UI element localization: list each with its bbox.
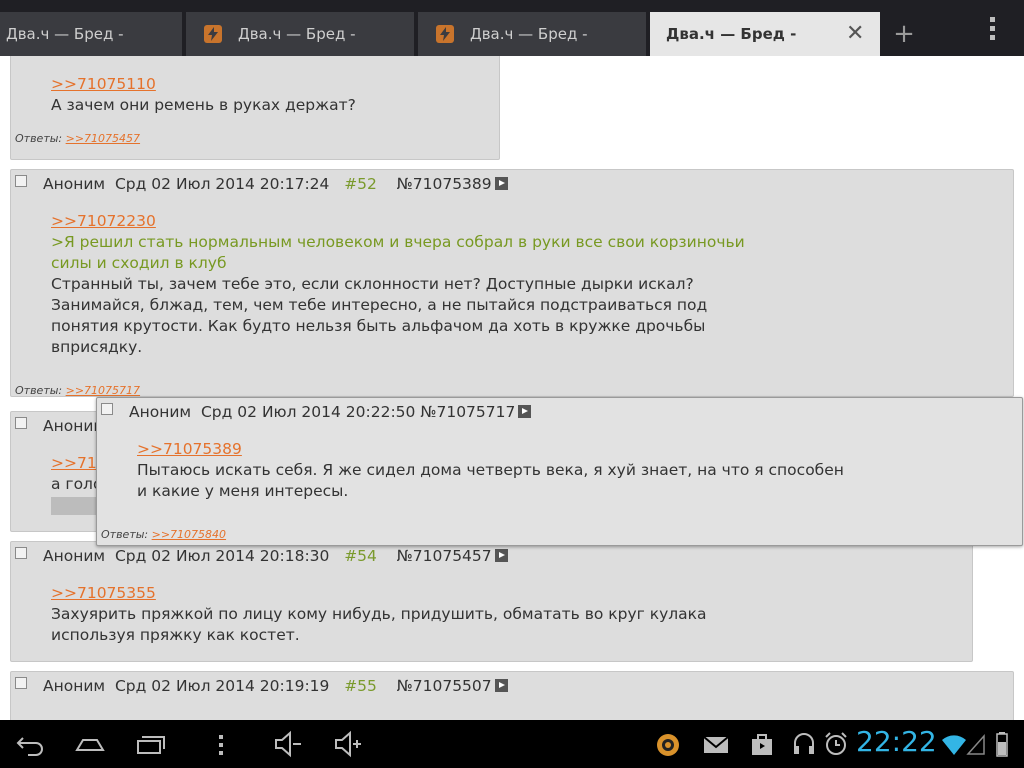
play-icon[interactable] (494, 549, 508, 562)
browser-tab-bar: Два.ч — Бред - Два.ч — Бред - Два.ч — Бр… (0, 0, 1024, 56)
reply-link[interactable]: >>71075717 (66, 384, 140, 397)
post-54: Аноним Срд 02 Июл 2014 20:18:30 #54 №710… (10, 541, 973, 662)
browser-tab-1[interactable]: Два.ч — Бред - (0, 12, 182, 56)
post-date: Срд 02 Июл 2014 20:19:19 (114, 677, 330, 695)
post-text-line: Захуярить пряжкой по лицу кому нибудь, п… (51, 605, 707, 623)
post-header: Аноним Срд 02 Июл 2014 20:17:24 #52 №710… (43, 175, 508, 193)
post-text-line: Занимайся, блжад, тем, чем тебе интересн… (51, 296, 708, 314)
replies-label: Ответы: (15, 384, 63, 397)
post-number[interactable]: #52 (344, 175, 377, 193)
mail-icon[interactable] (700, 728, 732, 760)
close-tab-icon[interactable]: ✕ (846, 12, 864, 56)
quote-link[interactable]: >>71075110 (51, 74, 356, 95)
battery-icon (986, 728, 1018, 760)
tab-title: Два.ч — Бред - (238, 25, 356, 43)
tab-title: Два.ч — Бред - (666, 25, 797, 43)
replies-label: Ответы: (15, 132, 63, 145)
quote-link[interactable]: >>71072230 (51, 211, 745, 232)
replies: Ответы: >>71075717 (15, 384, 140, 397)
reply-link[interactable]: >>71075840 (152, 528, 226, 541)
post-52: Аноним Срд 02 Июл 2014 20:17:24 #52 №710… (10, 169, 1014, 397)
alarm-icon[interactable] (820, 728, 852, 760)
post-header: Аноним Срд 02 Июл 2014 20:19:19 #55 №710… (43, 677, 508, 695)
post-author: Аноним (129, 403, 192, 421)
volume-up-icon[interactable] (332, 728, 364, 760)
play-icon[interactable] (494, 177, 508, 190)
select-checkbox[interactable] (15, 677, 27, 689)
post-date: Срд 02 Июл 2014 20:18:30 (114, 547, 330, 565)
overflow-menu-icon[interactable] (986, 14, 998, 44)
volume-down-icon[interactable] (272, 728, 304, 760)
post-text-line: Пытаюсь искать себя. Я же сидел дома чет… (137, 461, 844, 479)
post-id[interactable]: №71075389 (397, 175, 492, 193)
quote-link[interactable]: >>71075389 (137, 439, 844, 460)
browser-tab-3[interactable]: Два.ч — Бред - (418, 12, 646, 56)
greentext-line: >Я решил стать нормальным человеком и вч… (51, 233, 745, 251)
post-author: Аноним (43, 175, 106, 193)
replies: Ответы: >>71075840 (101, 528, 226, 541)
post-number[interactable]: #54 (344, 547, 377, 565)
select-checkbox[interactable] (15, 417, 27, 429)
play-icon[interactable] (494, 679, 508, 692)
post-id[interactable]: №71075457 (397, 547, 492, 565)
select-checkbox[interactable] (15, 547, 27, 559)
post-author: Аноним (43, 547, 106, 565)
post-date: Срд 02 Июл 2014 20:22:50 (200, 403, 416, 421)
headset-icon[interactable] (788, 728, 820, 760)
status-clock: 22:22 (856, 725, 937, 758)
post-header: Аноним Срд 02 Июл 2014 20:18:30 #54 №710… (43, 547, 508, 565)
post-header: Аноним Срд 02 Июл 2014 20:22:50 №7107571… (129, 403, 532, 421)
post-text-line: понятия крутости. Как будто нельзя быть … (51, 317, 706, 335)
app-icon[interactable] (652, 728, 684, 760)
bolt-icon (436, 25, 454, 43)
post-author: Аноним (43, 677, 106, 695)
thread-view[interactable]: >>71075110 А зачем они ремень в руках де… (0, 56, 1024, 720)
post-text: А зачем они ремень в руках держат? (51, 96, 356, 114)
recent-apps-icon[interactable] (134, 728, 166, 760)
select-checkbox[interactable] (101, 403, 113, 415)
bolt-icon (204, 25, 222, 43)
browser-tab-active[interactable]: Два.ч — Бред - ✕ (650, 12, 880, 56)
post-preview-popup: Аноним Срд 02 Июл 2014 20:22:50 №7107571… (96, 397, 1023, 546)
greentext-line: силы и сходил в клуб (51, 254, 227, 272)
post-id[interactable]: №71075507 (397, 677, 492, 695)
browser-tab-2[interactable]: Два.ч — Бред - (186, 12, 414, 56)
menu-icon[interactable] (205, 728, 237, 760)
post-text-line: Странный ты, зачем тебе это, если склонн… (51, 275, 694, 293)
post-text-line: вприсядку. (51, 338, 143, 356)
replies: Ответы: >>71075457 (15, 132, 140, 145)
post-number[interactable]: #55 (344, 677, 377, 695)
home-icon[interactable] (74, 728, 106, 760)
replies-label: Ответы: (101, 528, 149, 541)
post-partial-top: >>71075110 А зачем они ремень в руках де… (10, 56, 500, 160)
shopping-bag-icon[interactable] (746, 728, 778, 760)
post-date: Срд 02 Июл 2014 20:17:24 (114, 175, 330, 193)
tab-title: Два.ч — Бред - (470, 25, 588, 43)
new-tab-button[interactable]: + (884, 12, 924, 56)
select-checkbox[interactable] (15, 175, 27, 187)
play-icon[interactable] (518, 405, 532, 418)
back-icon[interactable] (14, 728, 46, 760)
reply-link[interactable]: >>71075457 (66, 132, 140, 145)
post-text-line: и какие у меня интересы. (137, 482, 349, 500)
post-id[interactable]: №71075717 (420, 403, 515, 421)
post-text-line: используя пряжку как костет. (51, 626, 300, 644)
post-55: Аноним Срд 02 Июл 2014 20:19:19 #55 №710… (10, 671, 1014, 720)
quote-link[interactable]: >>71075355 (51, 583, 707, 604)
tab-title: Два.ч — Бред - (6, 25, 124, 43)
